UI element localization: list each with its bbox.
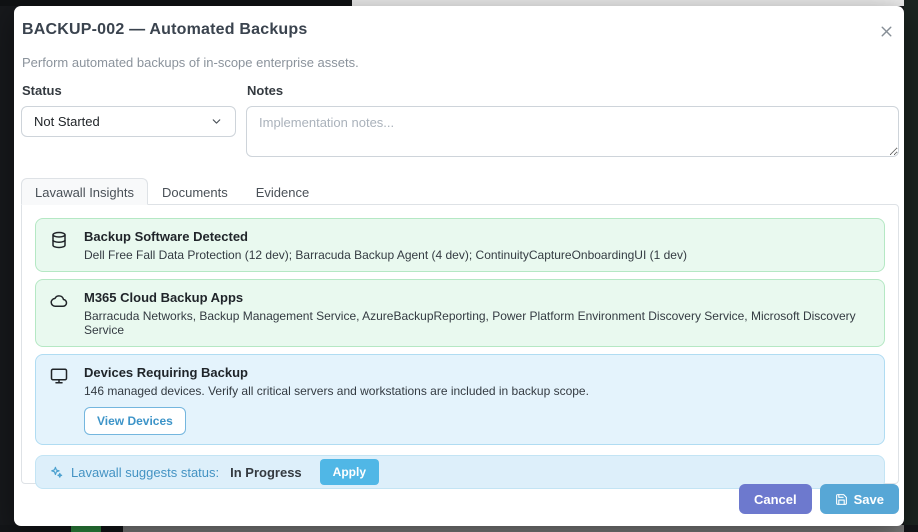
tab-lavawall-insights[interactable]: Lavawall Insights xyxy=(21,178,148,205)
tab-documents[interactable]: Documents xyxy=(148,178,242,205)
apply-button[interactable]: Apply xyxy=(320,459,379,485)
insight-body: Barracuda Networks, Backup Management Se… xyxy=(84,309,870,337)
close-button[interactable] xyxy=(876,21,897,42)
insight-title: M365 Cloud Backup Apps xyxy=(84,289,870,305)
save-button[interactable]: Save xyxy=(820,484,899,514)
form-row: Status Not Started Notes xyxy=(21,83,899,162)
insight-card-devices: Devices Requiring Backup 146 managed dev… xyxy=(35,354,885,445)
close-icon xyxy=(878,23,895,40)
backdrop-right-strip xyxy=(904,0,918,532)
insight-content: M365 Cloud Backup Apps Barracuda Network… xyxy=(84,289,870,337)
screen-backdrop: BACKUP-002 — Automated Backups Perform a… xyxy=(0,0,918,532)
chevron-down-icon xyxy=(210,115,223,128)
save-icon xyxy=(835,493,848,506)
cloud-icon xyxy=(50,289,68,337)
view-devices-button[interactable]: View Devices xyxy=(84,407,186,435)
sparkles-icon xyxy=(49,465,63,479)
insight-card-backup-software: Backup Software Detected Dell Free Fall … xyxy=(35,218,885,272)
insight-body: 146 managed devices. Verify all critical… xyxy=(84,384,589,398)
status-label: Status xyxy=(22,83,236,98)
insight-card-m365-cloud: M365 Cloud Backup Apps Barracuda Network… xyxy=(35,279,885,347)
insight-title: Backup Software Detected xyxy=(84,228,687,244)
backdrop-green-accent xyxy=(71,525,101,532)
modal-footer: Cancel Save xyxy=(21,484,899,514)
modal-subtitle: Perform automated backups of in-scope en… xyxy=(22,55,899,70)
notes-field: Notes xyxy=(246,83,899,162)
monitor-icon xyxy=(50,364,68,435)
cancel-label: Cancel xyxy=(754,492,797,507)
tab-evidence[interactable]: Evidence xyxy=(242,178,323,205)
insight-title: Devices Requiring Backup xyxy=(84,364,589,380)
insight-content: Devices Requiring Backup 146 managed dev… xyxy=(84,364,589,435)
tab-bar: Lavawall Insights Documents Evidence xyxy=(21,178,899,204)
insights-panel: Backup Software Detected Dell Free Fall … xyxy=(21,204,899,484)
backdrop-gray-page xyxy=(123,525,904,532)
notes-label: Notes xyxy=(247,83,899,98)
insight-content: Backup Software Detected Dell Free Fall … xyxy=(84,228,687,262)
insight-body: Dell Free Fall Data Protection (12 dev);… xyxy=(84,248,687,262)
status-selected-value: Not Started xyxy=(34,114,100,129)
modal-title: BACKUP-002 — Automated Backups xyxy=(22,21,307,39)
database-icon xyxy=(50,228,68,262)
suggestion-text: Lavawall suggests status: xyxy=(71,465,219,480)
backdrop-bottom-strip xyxy=(0,525,918,532)
status-select[interactable]: Not Started xyxy=(21,106,236,137)
backup-modal: BACKUP-002 — Automated Backups Perform a… xyxy=(14,6,904,526)
cancel-button[interactable]: Cancel xyxy=(739,484,812,514)
modal-header: BACKUP-002 — Automated Backups xyxy=(21,6,899,42)
status-field: Status Not Started xyxy=(21,83,236,162)
suggestion-status: In Progress xyxy=(230,465,302,480)
notes-input[interactable] xyxy=(246,106,899,157)
save-label: Save xyxy=(854,492,884,507)
